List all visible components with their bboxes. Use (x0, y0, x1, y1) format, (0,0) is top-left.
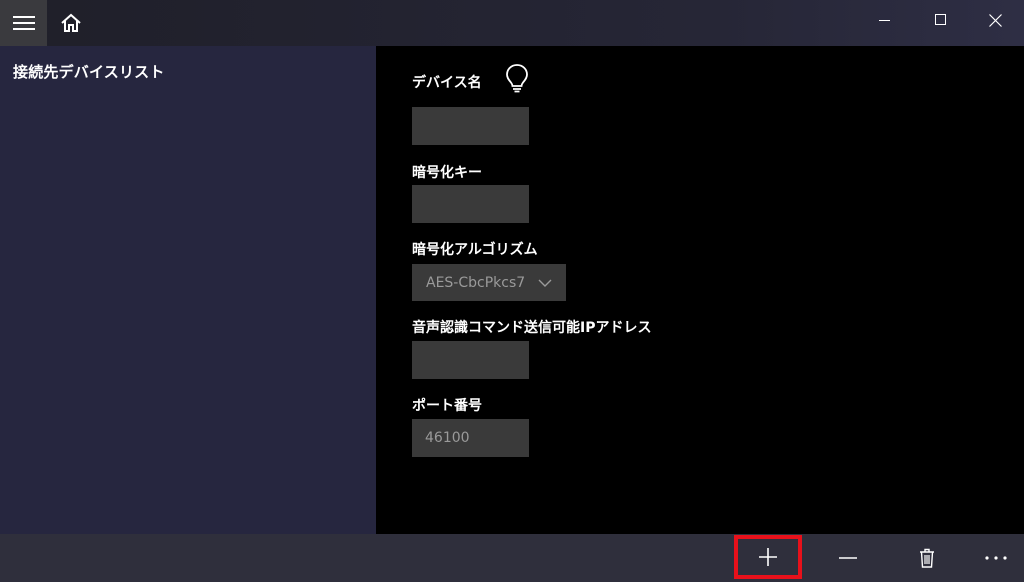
add-icon (759, 548, 777, 566)
home-icon (60, 13, 81, 32)
encryption-key-label: 暗号化キー (412, 165, 482, 181)
maximize-icon (935, 14, 946, 25)
minimize-button[interactable] (858, 0, 912, 40)
close-button[interactable] (968, 0, 1022, 40)
algorithm-selected-value: AES-CbcPkcs7 (426, 274, 526, 291)
home-button[interactable] (47, 0, 94, 46)
delete-icon (920, 548, 934, 568)
delete-button[interactable] (893, 534, 961, 582)
device-name-field[interactable] (412, 107, 529, 145)
ip-address-label: 音声認識コマンド送信可能IPアドレス (412, 320, 652, 336)
close-icon (988, 13, 1002, 27)
port-number-label: ポート番号 (412, 398, 482, 414)
lightbulb-icon[interactable] (504, 63, 530, 93)
device-settings-panel: デバイス名 暗号化キー 暗号化アルゴリズム AES-CbcPkcs7 音声認識コ… (376, 46, 1024, 534)
more-options-button[interactable] (962, 534, 1024, 582)
port-number-field[interactable] (412, 419, 529, 457)
hamburger-icon (12, 16, 35, 30)
title-bar (0, 0, 1024, 46)
algorithm-dropdown[interactable]: AES-CbcPkcs7 (412, 264, 566, 301)
more-icon (985, 556, 1007, 560)
device-list-title: 接続先デバイスリスト (13, 63, 165, 81)
hamburger-menu-button[interactable] (0, 0, 47, 46)
remove-button[interactable] (814, 534, 882, 582)
algorithm-label: 暗号化アルゴリズム (412, 242, 538, 258)
chevron-down-icon (538, 279, 552, 287)
remove-icon (839, 557, 857, 559)
maximize-button[interactable] (914, 0, 968, 40)
device-list-sidebar: 接続先デバイスリスト (0, 46, 376, 534)
ip-address-field[interactable] (412, 341, 529, 379)
minimize-icon (879, 20, 890, 21)
command-bar (0, 534, 1024, 582)
encryption-key-field[interactable] (412, 185, 529, 223)
device-name-label: デバイス名 (412, 75, 482, 91)
add-button[interactable] (734, 535, 802, 579)
